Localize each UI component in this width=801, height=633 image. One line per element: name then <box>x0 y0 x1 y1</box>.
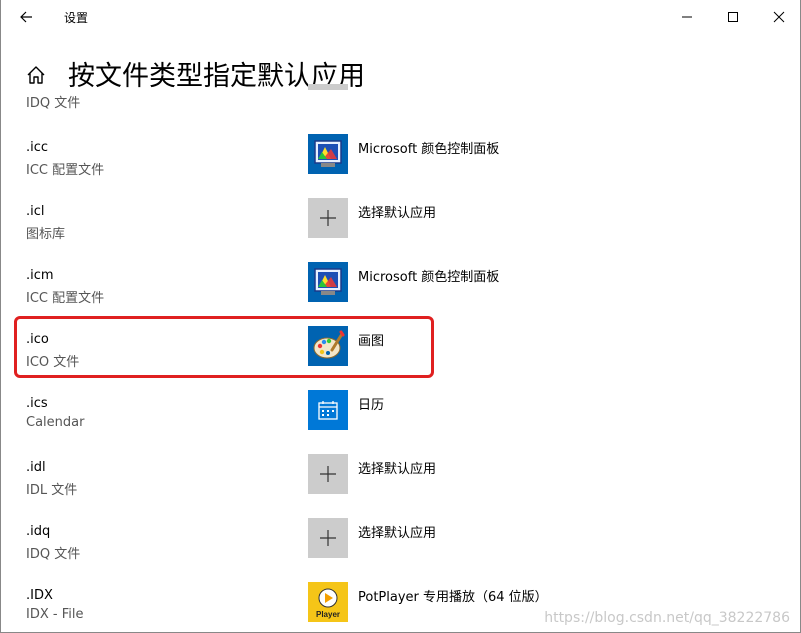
color-control-panel-icon <box>314 268 342 295</box>
default-app-button[interactable] <box>308 390 348 430</box>
file-type-description: ICC 配置文件 <box>26 163 105 178</box>
default-app-name[interactable]: 画图 <box>358 330 384 349</box>
calendar-icon <box>318 401 338 420</box>
default-app-name[interactable]: Microsoft 颜色控制面板 <box>358 266 499 285</box>
file-type-list: IDQ 文件 .icc ICC 配置文件 Microsoft 颜色控制面板 .i… <box>1 84 800 632</box>
back-button[interactable] <box>13 4 39 30</box>
list-item: .icm ICC 配置文件 Microsoft 颜色控制面板 <box>1 262 781 332</box>
default-app-button[interactable] <box>308 134 348 174</box>
close-button[interactable] <box>756 0 800 34</box>
plus-icon <box>320 466 336 482</box>
minimize-icon <box>682 16 692 18</box>
watermark: https://blog.csdn.net/qq_38222786 <box>544 610 790 626</box>
file-type-description: IDX - File <box>26 607 84 622</box>
list-item: .icl 图标库 选择默认应用 <box>1 198 781 268</box>
choose-default-app-button[interactable] <box>308 198 348 238</box>
file-extension: .icl <box>26 204 45 219</box>
file-extension: .idl <box>26 460 46 475</box>
plus-icon <box>320 530 336 546</box>
window-title: 设置 <box>64 11 89 25</box>
file-extension: .ico <box>26 332 49 347</box>
list-item: .ics Calendar 日历 <box>1 390 781 460</box>
default-app-name[interactable]: 日历 <box>358 394 384 413</box>
potplayer-icon: Player <box>316 588 340 619</box>
file-type-description: IDQ 文件 <box>26 96 81 111</box>
file-extension: .idq <box>26 524 51 539</box>
plus-icon <box>320 210 336 226</box>
choose-default-app-button[interactable] <box>308 518 348 558</box>
list-item: .idq IDQ 文件 选择默认应用 <box>1 518 781 588</box>
paint-icon <box>313 330 345 359</box>
default-app-name[interactable]: 选择默认应用 <box>358 522 436 541</box>
default-app-name[interactable]: PotPlayer 专用播放（64 位版） <box>358 586 548 605</box>
title-bar: 设置 <box>1 0 800 34</box>
file-extension: .ics <box>26 396 48 411</box>
choose-default-app-button[interactable] <box>308 454 348 494</box>
close-icon <box>773 11 785 23</box>
default-app-button[interactable] <box>308 326 348 366</box>
default-app-button[interactable] <box>308 262 348 302</box>
file-type-description: ICO 文件 <box>26 355 80 370</box>
back-arrow-icon <box>20 11 32 23</box>
default-app-name[interactable]: 选择默认应用 <box>358 458 436 477</box>
maximize-button[interactable] <box>710 0 756 34</box>
file-type-description: 图标库 <box>26 227 66 242</box>
default-app-button[interactable]: Player <box>308 582 348 622</box>
file-type-description: Calendar <box>26 415 85 430</box>
list-item: .icc ICC 配置文件 Microsoft 颜色控制面板 <box>1 134 781 204</box>
default-app-name[interactable]: 选择默认应用 <box>358 202 436 221</box>
file-extension: .icc <box>26 140 49 155</box>
home-button[interactable] <box>25 64 47 86</box>
file-type-description: IDQ 文件 <box>26 547 81 562</box>
list-item: .idl IDL 文件 选择默认应用 <box>1 454 781 524</box>
default-app-tile[interactable] <box>308 84 348 90</box>
maximize-icon <box>728 12 738 22</box>
potplayer-tile-text: Player <box>316 610 340 619</box>
file-type-description: IDL 文件 <box>26 483 78 498</box>
default-app-name[interactable]: Microsoft 颜色控制面板 <box>358 138 499 157</box>
file-extension: .icm <box>26 268 54 283</box>
list-item-partial: IDQ 文件 <box>1 84 781 128</box>
file-extension: .IDX <box>26 588 53 603</box>
file-type-description: ICC 配置文件 <box>26 291 105 306</box>
list-item: .ico ICO 文件 画图 <box>1 326 781 396</box>
home-icon <box>27 66 45 84</box>
minimize-button[interactable] <box>664 0 710 34</box>
color-control-panel-icon <box>314 140 342 167</box>
settings-window: 设置 按文件类型指定默认应用 IDQ 文件 .icc ICC 配置文件 Micr… <box>0 0 801 633</box>
